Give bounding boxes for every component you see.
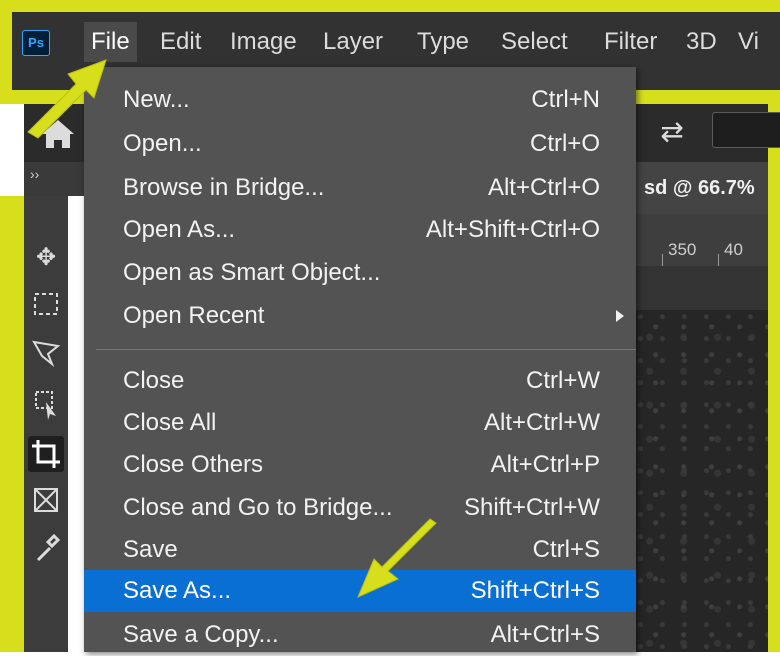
menu-view[interactable]: Vi xyxy=(731,22,766,62)
menu-select[interactable]: Select xyxy=(494,22,575,62)
menu-item-close[interactable]: Close Ctrl+W xyxy=(84,360,636,402)
menu-item-close-all[interactable]: Close All Alt+Ctrl+W xyxy=(84,402,636,444)
annotation-arrow-icon xyxy=(357,518,437,598)
menu-item-save-a-copy[interactable]: Save a Copy... Alt+Ctrl+S xyxy=(84,614,636,656)
crop-tool-icon[interactable] xyxy=(28,436,64,472)
document-tab[interactable]: sd @ 66.7% xyxy=(636,162,768,214)
annotation-arrow-icon xyxy=(27,59,107,139)
menu-item-close-others[interactable]: Close Others Alt+Ctrl+P xyxy=(84,444,636,486)
swap-icon[interactable]: ⇄ xyxy=(652,112,692,152)
menu-image[interactable]: Image xyxy=(223,22,304,62)
menu-item-browse-in-bridge[interactable]: Browse in Bridge... Alt+Ctrl+O xyxy=(84,167,636,209)
menu-item-open-as-smart-object[interactable]: Open as Smart Object... xyxy=(84,252,636,294)
horizontal-ruler: 350 40 xyxy=(636,214,768,266)
menu-type[interactable]: Type xyxy=(410,22,476,62)
marquee-tool-icon[interactable] xyxy=(28,286,64,322)
menu-edit[interactable]: Edit xyxy=(153,22,208,62)
menu-item-open-as[interactable]: Open As... Alt+Shift+Ctrl+O xyxy=(84,209,636,251)
lasso-tool-icon[interactable] xyxy=(28,334,64,370)
tools-panel: ✥ xyxy=(24,196,68,652)
options-input[interactable] xyxy=(712,112,780,148)
menu-item-open-recent[interactable]: Open Recent xyxy=(84,295,636,337)
object-selection-tool-icon[interactable] xyxy=(28,386,64,422)
frame-tool-icon[interactable] xyxy=(28,482,64,518)
annotation-frame-left xyxy=(0,196,24,652)
menu-filter[interactable]: Filter xyxy=(597,22,664,62)
ruler-mark: 350 xyxy=(668,240,697,259)
menu-separator xyxy=(96,349,636,350)
eyedropper-tool-icon[interactable] xyxy=(28,530,64,566)
collapse-chevron-icon[interactable]: ›› xyxy=(30,166,39,182)
document-canvas[interactable] xyxy=(636,310,768,652)
menu-item-open[interactable]: Open... Ctrl+O xyxy=(84,123,636,165)
menu-layer[interactable]: Layer xyxy=(316,22,390,62)
ruler-mark: 40 xyxy=(724,240,743,259)
move-tool-icon[interactable]: ✥ xyxy=(28,240,64,276)
annotation-frame-right xyxy=(768,104,780,652)
canvas-top xyxy=(636,266,768,310)
submenu-arrow-icon xyxy=(616,310,624,322)
menu-item-new[interactable]: New... Ctrl+N xyxy=(84,79,636,121)
menu-3d[interactable]: 3D xyxy=(679,22,724,62)
